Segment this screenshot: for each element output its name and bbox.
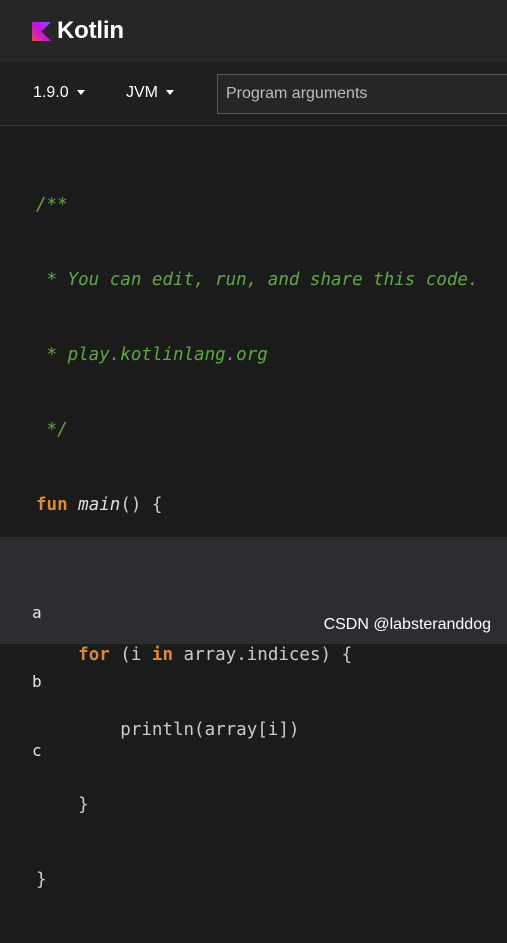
target-label: JVM <box>126 84 158 101</box>
watermark: CSDN @labsteranddog <box>323 616 491 633</box>
output-line: a <box>32 603 42 622</box>
code-line: println(array[i]) <box>36 720 300 740</box>
toolbar: 1.9.0 JVM <box>0 62 507 126</box>
code-editor[interactable]: /** * You can edit, run, and share this … <box>0 127 507 890</box>
app-header: Kotlin <box>0 0 507 62</box>
logo-text: Kotlin <box>57 17 124 44</box>
chevron-down-icon <box>166 89 174 95</box>
code-line: } <box>36 795 89 815</box>
chevron-down-icon <box>76 89 85 95</box>
kotlin-logo-icon <box>32 21 51 41</box>
output-line: b <box>32 672 42 691</box>
kotlin-logo[interactable]: Kotlin <box>32 17 124 45</box>
code-line: for (i in array.indices) { <box>78 645 353 665</box>
kotlin-version-dropdown[interactable]: 1.9.0 <box>33 84 85 102</box>
code-line: * You can edit, run, and share this code… <box>36 270 479 290</box>
output-lines: a b c <box>32 555 71 808</box>
target-platform-dropdown[interactable]: JVM <box>126 84 174 102</box>
program-arguments-input[interactable] <box>217 74 507 114</box>
code-line: /** <box>36 195 68 215</box>
code-line: fun main() { <box>36 495 163 515</box>
code-line: */ <box>36 420 68 440</box>
output-panel: a b c CSDN @labsteranddog <box>0 537 507 760</box>
code-line: * play.kotlinlang.org <box>36 345 268 365</box>
output-line: c <box>32 741 42 760</box>
version-label: 1.9.0 <box>33 84 69 101</box>
code-line: } <box>36 870 47 890</box>
